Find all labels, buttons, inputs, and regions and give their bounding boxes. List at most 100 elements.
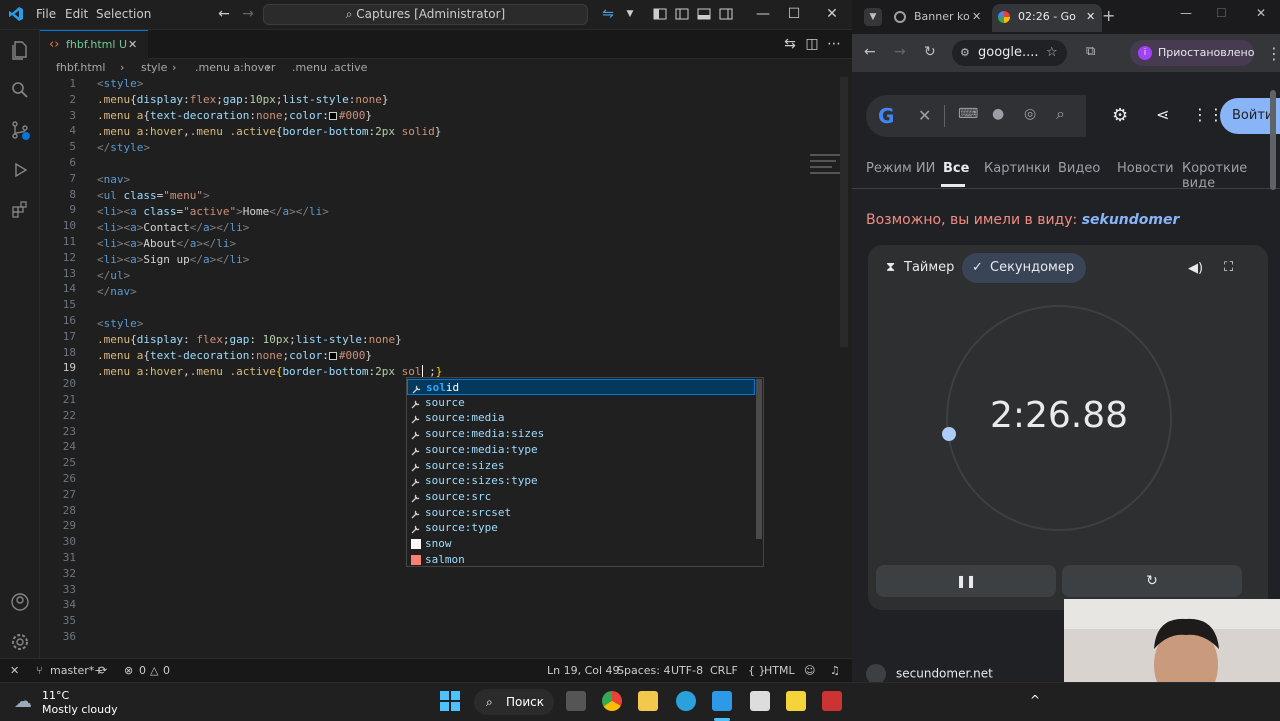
search-icon[interactable] — [10, 80, 30, 100]
start-button[interactable] — [440, 691, 460, 711]
more-actions-icon[interactable]: ⋯ — [826, 36, 842, 52]
breadcrumb-active[interactable]: .menu .active — [292, 59, 367, 77]
breadcrumb-hover[interactable]: .menu a:hover — [195, 59, 275, 77]
suggestion-item[interactable]: snow — [407, 536, 755, 552]
warning-count[interactable]: 0 — [163, 659, 170, 682]
suggestion-item[interactable]: source — [407, 395, 755, 411]
search-tab[interactable]: Картинки — [984, 161, 1050, 176]
profile-paused-button[interactable]: i Приостановлено — [1130, 40, 1254, 66]
share-icon[interactable]: ⋖ — [1156, 105, 1169, 124]
chevron-down-icon[interactable]: ▼ — [622, 6, 638, 22]
encoding[interactable]: UTF-8 — [671, 659, 703, 682]
telegram-icon[interactable] — [676, 691, 696, 711]
toggle-panel-icon[interactable] — [696, 6, 712, 22]
task-view-icon[interactable] — [566, 691, 586, 711]
maximize-icon[interactable]: ☐ — [786, 6, 802, 22]
copilot-icon[interactable]: ⇋ — [600, 6, 616, 22]
reset-button[interactable]: ↻ — [1062, 565, 1242, 597]
chrome-menu-icon[interactable]: ⋮ — [1266, 44, 1280, 63]
vscode-taskbar-icon[interactable] — [712, 691, 732, 711]
did-you-mean-link[interactable]: sekundomer — [1082, 212, 1180, 228]
taskbar-search[interactable]: ⌕ Поиск — [474, 689, 554, 715]
sound-icon[interactable]: ◀) — [1188, 261, 1203, 276]
bookmark-star-icon[interactable]: ☆ — [1046, 40, 1058, 66]
timer-tab[interactable]: ⧗ Таймер — [878, 253, 966, 283]
google-search-box[interactable]: G ✕ ⌨ ● ◎ ⌕ — [866, 95, 1086, 137]
extensions-icon[interactable]: ⧉ — [1086, 44, 1095, 59]
lens-icon[interactable]: ◎ — [1024, 106, 1036, 122]
suggestion-item[interactable]: salmon — [407, 552, 755, 568]
error-count[interactable]: 0 — [139, 659, 146, 682]
layout-icon[interactable] — [652, 6, 668, 22]
line-ending[interactable]: CRLF — [710, 659, 738, 682]
menu-edit[interactable]: Edit — [65, 7, 88, 21]
split-editor-icon[interactable]: ◫ — [804, 36, 820, 52]
back-icon[interactable]: ← — [864, 44, 876, 60]
breadcrumb-file[interactable]: fhbf.html — [56, 59, 105, 77]
search-tab[interactable]: Режим ИИ — [866, 161, 935, 176]
forward-arrow-icon[interactable]: → — [240, 6, 256, 22]
fullscreen-icon[interactable]: ⛶ — [1224, 260, 1233, 275]
address-bar[interactable]: ⚙ google.... ☆ — [952, 40, 1067, 66]
pause-button[interactable]: ❚❚ — [876, 565, 1056, 597]
copilot-status-icon[interactable]: ☺ — [804, 659, 815, 682]
suggestion-item[interactable]: source:media:sizes — [407, 426, 755, 442]
suggestion-item[interactable]: source:srcset — [407, 505, 755, 521]
indentation[interactable]: Spaces: 4 — [617, 659, 670, 682]
back-arrow-icon[interactable]: ← — [216, 6, 232, 22]
forward-icon[interactable]: → — [894, 44, 906, 60]
account-icon[interactable] — [10, 592, 30, 612]
settings-gear-icon[interactable] — [10, 632, 30, 652]
close-tab-icon[interactable]: ✕ — [972, 4, 981, 30]
tab-fhbf-html[interactable]: ‹› fhbf.html U ✕ — [40, 30, 148, 59]
search-tab[interactable]: Видео — [1058, 161, 1100, 176]
suggestion-item[interactable]: source:media — [407, 410, 755, 426]
menu-selection[interactable]: Selection — [96, 7, 151, 21]
stopwatch-tab[interactable]: ✓ Секундомер — [962, 253, 1087, 283]
new-tab-icon[interactable]: + — [1102, 6, 1115, 25]
keyboard-icon[interactable]: ⌨ — [958, 106, 978, 122]
sync-icon[interactable]: ⟳ — [98, 659, 107, 682]
breadcrumb-style[interactable]: style — [141, 59, 167, 77]
branch-name[interactable]: master*+ — [50, 659, 104, 682]
close-window-icon[interactable]: ✕ — [1256, 6, 1266, 20]
player-icon[interactable] — [786, 691, 806, 711]
toggle-secondary-sidebar-icon[interactable] — [718, 6, 734, 22]
file-explorer-icon[interactable] — [638, 691, 658, 711]
suggestion-item[interactable]: solid — [407, 379, 755, 395]
suggestion-item[interactable]: source:type — [407, 520, 755, 536]
suggestion-item[interactable]: source:src — [407, 489, 755, 505]
suggestion-item[interactable]: source:sizes — [407, 458, 755, 474]
clear-search-icon[interactable]: ✕ — [918, 106, 931, 125]
suggestion-scrollbar[interactable] — [756, 379, 762, 539]
source-control-icon[interactable] — [10, 120, 30, 140]
weather-widget[interactable]: ☁ 11°C Mostly cloudy — [12, 687, 152, 717]
maximize-icon[interactable]: ☐ — [1216, 6, 1227, 20]
site-info-icon[interactable]: ⚙ — [960, 40, 970, 66]
code-editor[interactable]: 1 2 3 4 5 6 7 8 9 10 11 12 13 14 15 16 17 18 19 20 21 22 23 24 2… — [40, 77, 848, 657]
result-site[interactable]: secundomer.net — [866, 664, 993, 684]
cursor-position[interactable]: Ln 19, Col 49 — [547, 659, 620, 682]
voice-search-icon[interactable]: ● — [992, 106, 1004, 122]
explorer-icon[interactable] — [10, 40, 30, 60]
toggle-sidebar-icon[interactable] — [674, 6, 690, 22]
vertical-scrollbar[interactable] — [840, 77, 848, 347]
minimize-icon[interactable]: — — [755, 6, 771, 22]
search-tab[interactable]: Короткие виде — [1182, 161, 1280, 191]
tab-search-icon[interactable]: ▼ — [864, 8, 882, 26]
run-debug-icon[interactable] — [10, 160, 30, 180]
settings-gear-icon[interactable]: ⚙ — [1112, 105, 1128, 126]
reload-icon[interactable]: ↻ — [924, 44, 936, 60]
tab-banner[interactable]: Banner ko ✕ — [888, 4, 988, 32]
recorder-icon[interactable] — [822, 691, 842, 711]
compare-icon[interactable]: ⇆ — [782, 36, 798, 52]
remote-icon[interactable]: ✕ — [10, 659, 19, 682]
suggestion-item[interactable]: source:media:type — [407, 442, 755, 458]
command-center[interactable]: ⌕ Captures [Administrator] — [263, 4, 588, 25]
search-tab[interactable]: Новости — [1117, 161, 1174, 176]
minimize-icon[interactable]: — — [1180, 6, 1192, 20]
snipping-tool-icon[interactable] — [750, 691, 770, 711]
search-tab[interactable]: Все — [943, 161, 969, 176]
close-tab-icon[interactable]: ✕ — [1086, 4, 1095, 30]
chrome-taskbar-icon[interactable] — [602, 691, 622, 711]
